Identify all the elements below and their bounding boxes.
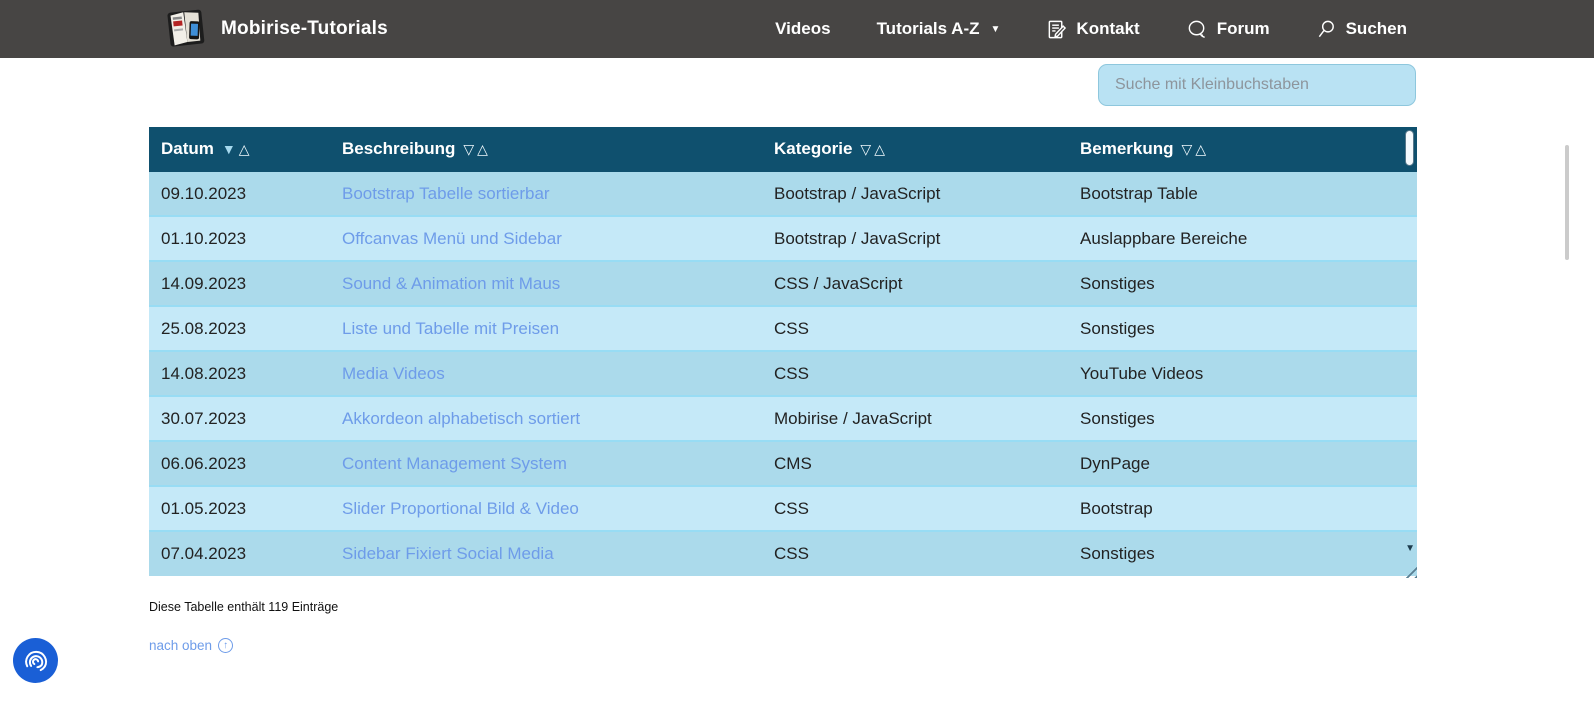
cell-kategorie: CSS [762,486,1068,531]
sort-ascending-icon[interactable]: △ [1195,141,1209,157]
table-row: 06.06.2023 Content Management System CMS… [149,441,1417,486]
browser-scrollbar-thumb[interactable] [1565,145,1569,260]
cell-kategorie: Bootstrap / JavaScript [762,171,1068,216]
cell-kategorie: Mobirise / JavaScript [762,396,1068,441]
nav-menu: Videos Tutorials A-Z ▼ Kontakt [775,19,1431,40]
navbar: Mobirise-Tutorials Videos Tutorials A-Z … [0,0,1594,58]
table-scrollbar-thumb[interactable] [1405,130,1414,166]
cell-bemerkung: Sonstiges [1068,261,1417,306]
nav-item-tutorials-az[interactable]: Tutorials A-Z ▼ [877,19,1001,39]
cell-bemerkung: Auslappbare Bereiche [1068,216,1417,261]
circled-up-arrow-icon: ↑ [218,638,233,653]
document-edit-icon [1046,19,1067,40]
sort-descending-icon[interactable]: ▽ [860,141,874,157]
chevron-down-icon: ▼ [991,25,1001,35]
cell-datum: 25.08.2023 [149,306,330,351]
tutorial-link[interactable]: Media Videos [342,364,445,383]
tutorial-link[interactable]: Slider Proportional Bild & Video [342,499,579,518]
cell-kategorie: CSS [762,531,1068,576]
back-to-top-label: nach oben [149,638,212,653]
table-row: 01.10.2023 Offcanvas Menü und Sidebar Bo… [149,216,1417,261]
cell-bemerkung: YouTube Videos [1068,351,1417,396]
tutorial-link[interactable]: Bootstrap Tabelle sortierbar [342,184,550,203]
cell-kategorie: Bootstrap / JavaScript [762,216,1068,261]
cell-bemerkung: Sonstiges [1068,396,1417,441]
cell-bemerkung: Bootstrap Table [1068,171,1417,216]
table-header-row: Datum▼△ Beschreibung▽△ Kategorie▽△ Bemer… [149,127,1417,171]
table-body: 09.10.2023 Bootstrap Tabelle sortierbar … [149,171,1417,576]
cell-datum: 07.04.2023 [149,531,330,576]
cell-bemerkung: Sonstiges [1068,531,1417,576]
tutorial-link[interactable]: Sound & Animation mit Maus [342,274,560,293]
speech-bubble-icon [1186,19,1208,40]
cell-bemerkung: Bootstrap [1068,486,1417,531]
scroll-down-arrow-icon[interactable]: ▼ [1405,544,1415,554]
cell-kategorie: CSS [762,351,1068,396]
cell-kategorie: CSS / JavaScript [762,261,1068,306]
fingerprint-icon [22,647,50,675]
tutorial-link[interactable]: Offcanvas Menü und Sidebar [342,229,562,248]
tutorial-link[interactable]: Liste und Tabelle mit Preisen [342,319,559,338]
search-input[interactable] [1098,64,1416,106]
sort-ascending-icon[interactable]: △ [874,141,888,157]
tutorial-link[interactable]: Content Management System [342,454,567,473]
cell-bemerkung: Sonstiges [1068,306,1417,351]
cell-datum: 09.10.2023 [149,171,330,216]
magnifier-icon [1316,19,1337,40]
brand-name: Mobirise-Tutorials [221,18,388,40]
nav-item-kontakt[interactable]: Kontakt [1046,19,1139,40]
brand-logo-icon [163,8,211,50]
cell-kategorie: CMS [762,441,1068,486]
tutorial-link[interactable]: Sidebar Fixiert Social Media [342,544,554,563]
cell-datum: 30.07.2023 [149,396,330,441]
sort-ascending-icon[interactable]: △ [239,141,253,157]
sort-descending-active-icon[interactable]: ▼ [222,141,239,157]
back-to-top-link[interactable]: nach oben ↑ [149,638,233,653]
column-header-bemerkung[interactable]: Bemerkung▽△ [1068,127,1417,171]
sort-ascending-icon[interactable]: △ [477,141,491,157]
tutorials-table: Datum▼△ Beschreibung▽△ Kategorie▽△ Bemer… [149,127,1417,576]
cell-datum: 06.06.2023 [149,441,330,486]
cell-datum: 01.05.2023 [149,486,330,531]
cell-datum: 14.09.2023 [149,261,330,306]
table-count-text: Diese Tabelle enthält 119 Einträge [149,600,338,614]
table-row: 25.08.2023 Liste und Tabelle mit Preisen… [149,306,1417,351]
table-row: 07.04.2023 Sidebar Fixiert Social Media … [149,531,1417,576]
table-row: 09.10.2023 Bootstrap Tabelle sortierbar … [149,171,1417,216]
nav-item-suchen[interactable]: Suchen [1316,19,1407,40]
nav-item-videos[interactable]: Videos [775,19,830,39]
sort-descending-icon[interactable]: ▽ [1182,141,1196,157]
cell-kategorie: CSS [762,306,1068,351]
nav-item-forum[interactable]: Forum [1186,19,1270,40]
table-row: 30.07.2023 Akkordeon alphabetisch sortie… [149,396,1417,441]
table-row: 14.08.2023 Media Videos CSS YouTube Vide… [149,351,1417,396]
cell-datum: 01.10.2023 [149,216,330,261]
sort-descending-icon[interactable]: ▽ [463,141,477,157]
tutorial-link[interactable]: Akkordeon alphabetisch sortiert [342,409,580,428]
brand[interactable]: Mobirise-Tutorials [163,8,388,50]
cell-bemerkung: DynPage [1068,441,1417,486]
cell-datum: 14.08.2023 [149,351,330,396]
privacy-fingerprint-button[interactable] [13,638,58,683]
table-row: 01.05.2023 Slider Proportional Bild & Vi… [149,486,1417,531]
column-header-datum[interactable]: Datum▼△ [149,127,330,171]
column-header-beschreibung[interactable]: Beschreibung▽△ [330,127,762,171]
column-header-kategorie[interactable]: Kategorie▽△ [762,127,1068,171]
table-row: 14.09.2023 Sound & Animation mit Maus CS… [149,261,1417,306]
